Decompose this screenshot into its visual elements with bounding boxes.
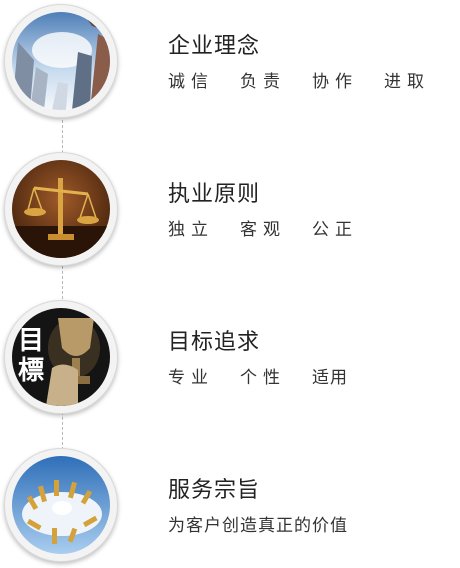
section-corporate-philosophy: 企业理念 诚信 负责 协作 进取	[0, 0, 460, 118]
keyword: 独立	[168, 220, 214, 240]
keyword: 诚信	[168, 72, 214, 92]
badge-frame: 目標	[4, 300, 118, 414]
keyword: 个性	[240, 368, 286, 388]
keyword-list: 诚信 负责 协作 进取	[168, 67, 430, 92]
city-skyline-icon	[12, 12, 110, 110]
justice-scale-icon	[12, 160, 110, 258]
goal-calligraphy: 目標	[18, 326, 45, 386]
keyword: 公正	[312, 220, 358, 240]
trophy-goal-icon: 目標	[12, 308, 110, 406]
section-goal-pursuit: 目標 目标追求 专业 个性 适用	[0, 296, 460, 414]
keyword: 专业	[168, 368, 214, 388]
section-practice-principles: 执业原则 独立 客观 公正	[0, 148, 460, 266]
keyword: 适用	[312, 368, 348, 388]
service-tenet-text: 为客户创造真正的价值	[168, 511, 348, 536]
keyword: 负责	[240, 72, 286, 92]
keyword: 进取	[384, 72, 430, 92]
keyword-list: 独立 客观 公正	[168, 215, 358, 240]
keyword-list: 专业 个性 适用	[168, 363, 348, 388]
badge-frame	[4, 4, 118, 118]
section-title: 服务宗旨	[168, 478, 261, 503]
section-title: 执业原则	[168, 182, 261, 207]
section-title: 目标追求	[168, 330, 261, 355]
keyword: 客观	[240, 220, 286, 240]
section-service-tenet: 服务宗旨 为客户创造真正的价值	[0, 444, 460, 562]
section-title: 企业理念	[168, 34, 261, 59]
badge-frame	[4, 152, 118, 266]
tenet-text: 为客户创造真正的价值	[168, 516, 348, 536]
badge-frame	[4, 448, 118, 562]
keyword: 协作	[312, 72, 358, 92]
coin-globe-icon	[12, 456, 110, 554]
